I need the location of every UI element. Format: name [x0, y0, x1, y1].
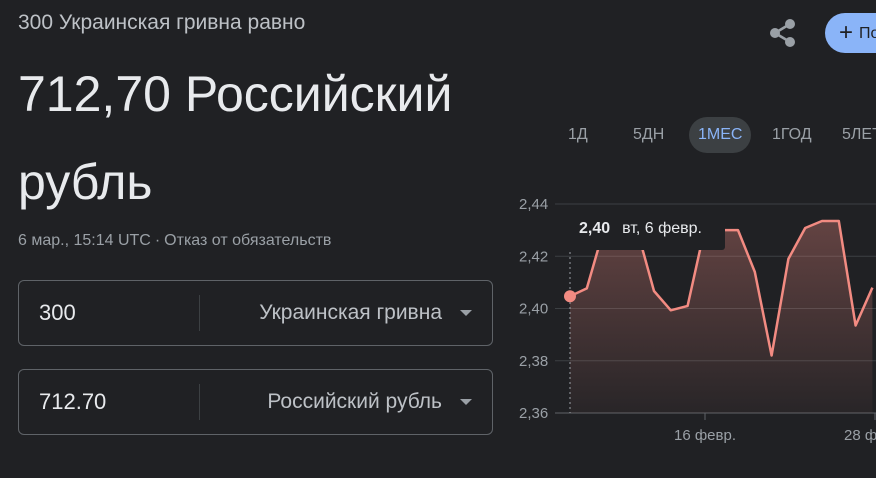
- from-amount-input[interactable]: 300: [39, 281, 76, 345]
- conversion-subtitle: 300 Украинская гривна равно: [18, 11, 306, 34]
- y-tick-label: 2,40: [519, 301, 548, 318]
- y-tick-label: 2,42: [519, 248, 548, 265]
- meta-separator: ·: [154, 232, 161, 249]
- y-tick-label: 2,44: [519, 196, 548, 213]
- tab-1m[interactable]: 1МЕС: [689, 117, 752, 153]
- tooltip-value: 2,40: [579, 220, 610, 237]
- to-row-divider: [199, 384, 200, 420]
- conversion-result: 712,70 Российский рубль: [18, 66, 453, 210]
- tab-1y[interactable]: 1ГОД: [763, 117, 821, 153]
- timestamp-line: 6 мар., 15:14 UTC · Отказ от обязательств: [18, 232, 331, 250]
- tab-1d[interactable]: 1Д: [559, 117, 597, 153]
- tab-5y[interactable]: 5ЛЕТ: [833, 117, 876, 153]
- from-currency-row: 300 Украинская гривна: [18, 280, 493, 346]
- plus-icon: +: [839, 19, 854, 46]
- y-tick-label: 2,36: [519, 405, 548, 422]
- disclaimer-link[interactable]: Отказ от обязательств: [164, 232, 331, 249]
- y-tick-label: 2,38: [519, 353, 548, 370]
- follow-button[interactable]: + Подписаться: [825, 13, 876, 53]
- chart-tooltip: 2,40 вт, 6 февр.: [567, 205, 725, 250]
- to-currency-row: 712.70 Российский рубль: [18, 369, 493, 435]
- tooltip-date: вт, 6 февр.: [622, 220, 702, 237]
- tab-5d[interactable]: 5ДН: [624, 117, 673, 153]
- chevron-down-icon[interactable]: [460, 399, 472, 405]
- to-currency-select[interactable]: Российский рубль: [267, 370, 442, 434]
- x-tick-label: 28 февр.: [844, 427, 876, 444]
- to-amount-input[interactable]: 712.70: [39, 370, 106, 434]
- x-tick-label: 16 февр.: [674, 427, 736, 444]
- share-icon[interactable]: [766, 16, 800, 50]
- timestamp: 6 мар., 15:14 UTC: [18, 232, 151, 249]
- follow-label: Подписаться: [859, 25, 876, 42]
- tooltip-text: 2,40 вт, 6 февр.: [579, 220, 702, 237]
- chevron-down-icon[interactable]: [460, 310, 472, 316]
- exchange-rate-chart[interactable]: 2,44 2,42 2,40 2,38 2,36 16 февр. 28 февр. 2,…: [505, 185, 876, 460]
- hover-point: [564, 290, 576, 303]
- range-tabs: 1Д 5ДН 1МЕС 1ГОД 5ЛЕТ: [555, 117, 876, 153]
- from-row-divider: [199, 295, 200, 331]
- from-currency-select[interactable]: Украинская гривна: [259, 281, 442, 345]
